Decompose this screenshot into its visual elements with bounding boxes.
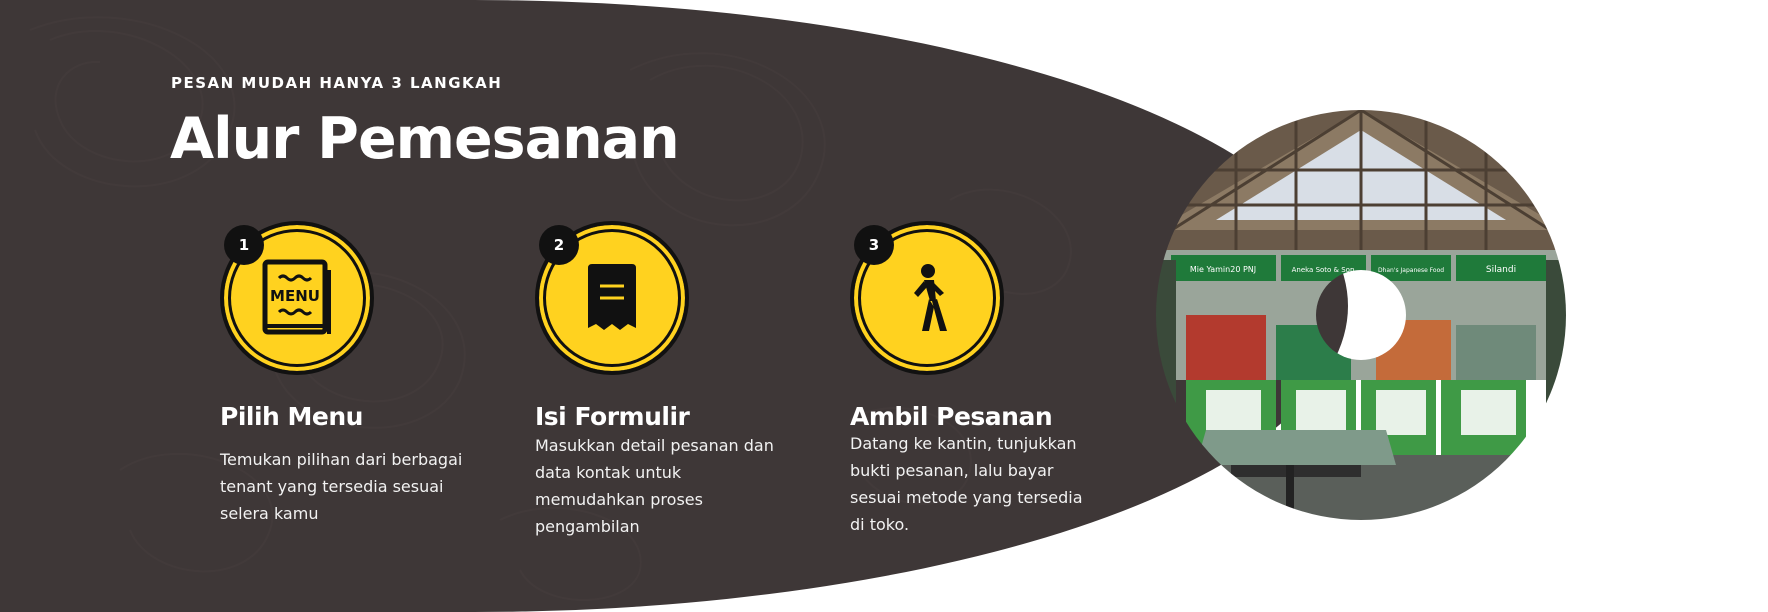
canteen-photo: Mie Yamin20 PNJ Aneka Soto & Sop Dhan's … bbox=[1156, 110, 1566, 520]
step-description: Masukkan detail pesanan dan data kontak … bbox=[535, 436, 774, 536]
step-card-3: 3 Ambil Pesanan Datang ke kantin, tunjuk… bbox=[850, 221, 1110, 538]
step-badge: 2 bbox=[535, 221, 689, 375]
process-section: PESAN MUDAH HANYA 3 LANGKAH Alur Pemesan… bbox=[0, 0, 1768, 612]
step-card-2: 2 Isi Formulir Masukkan detail pesanan d… bbox=[535, 221, 795, 540]
walking-person-icon bbox=[914, 264, 947, 331]
sign-silandi: Silandi bbox=[1486, 265, 1516, 275]
step-number: 3 bbox=[854, 225, 894, 265]
menu-book-icon: MENU bbox=[262, 259, 331, 335]
sign-aneka-soto: Aneka Soto & Sop bbox=[1292, 266, 1355, 274]
section-eyebrow: PESAN MUDAH HANYA 3 LANGKAH bbox=[171, 74, 503, 92]
step-description: Temukan pilihan dari berbagai tenant yan… bbox=[220, 450, 463, 523]
step-badge: MENU 1 bbox=[220, 221, 374, 375]
step-description: Datang ke kantin, tunjukkan bukti pesana… bbox=[850, 434, 1083, 534]
step-number: 1 bbox=[224, 225, 264, 265]
sign-dhans-japanese: Dhan's Japanese Food bbox=[1378, 267, 1444, 274]
menu-icon-text: MENU bbox=[270, 287, 320, 305]
step-title: Isi Formulir bbox=[535, 402, 690, 431]
sign-mie-yamin: Mie Yamin20 PNJ bbox=[1190, 265, 1256, 274]
receipt-form-icon bbox=[588, 264, 636, 330]
section-title: Alur Pemesanan bbox=[170, 106, 680, 172]
step-card-1: MENU 1 Pilih Menu Temukan pilihan dari b… bbox=[220, 221, 480, 527]
step-number: 2 bbox=[539, 225, 579, 265]
step-title: Pilih Menu bbox=[220, 402, 363, 431]
step-title: Ambil Pesanan bbox=[850, 402, 1053, 431]
step-badge: 3 bbox=[850, 221, 1004, 375]
